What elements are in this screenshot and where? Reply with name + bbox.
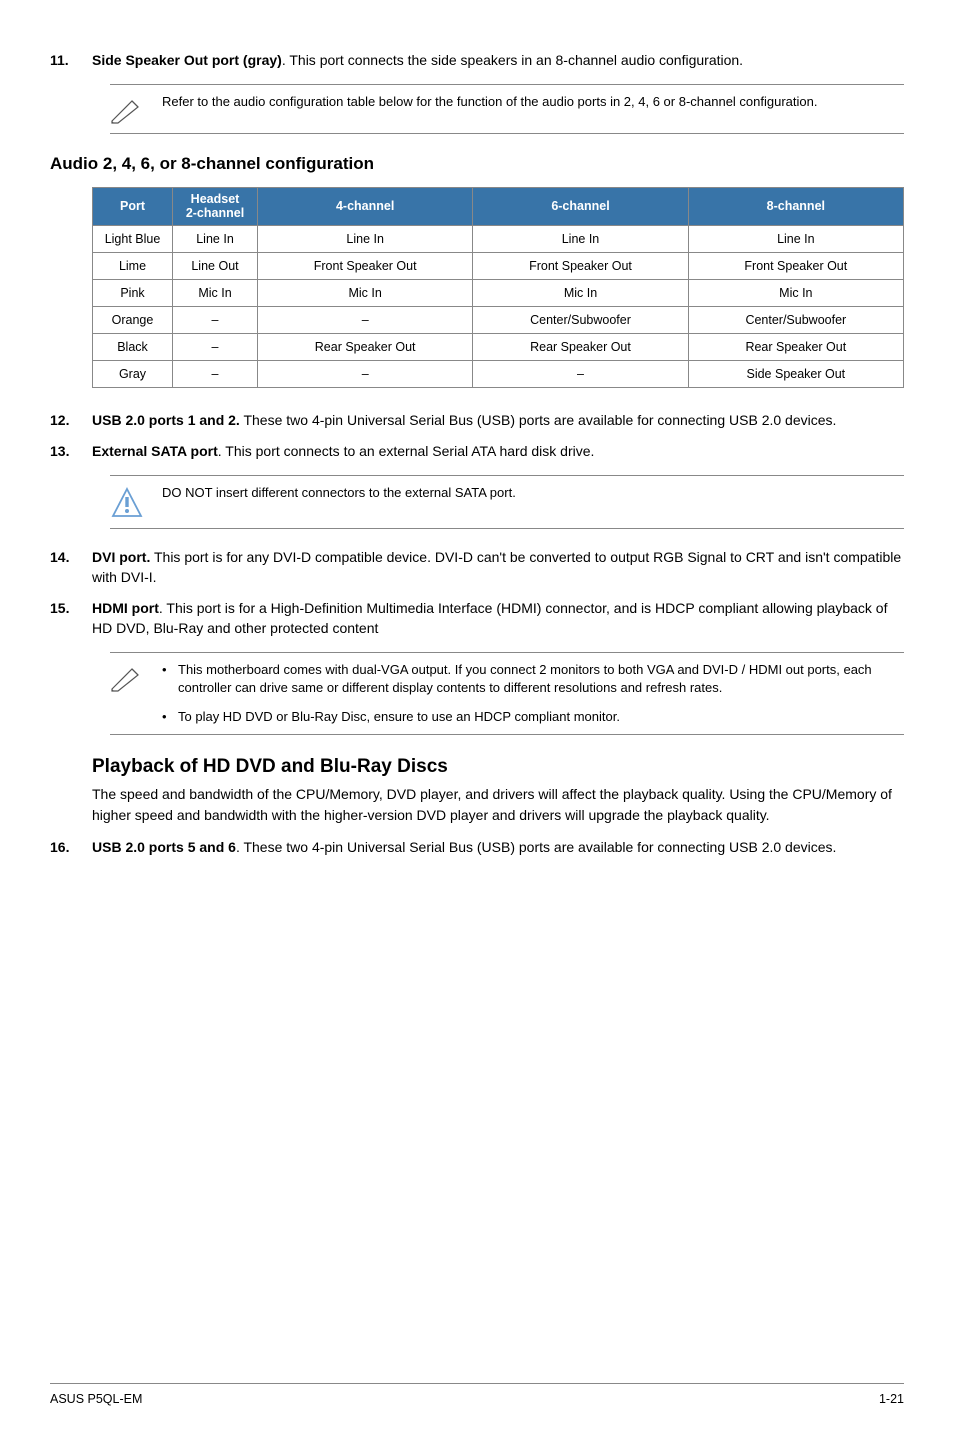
pencil-icon: [110, 661, 162, 693]
cell: –: [258, 361, 473, 388]
item-number: 13.: [50, 441, 92, 461]
cell: Mic In: [258, 279, 473, 306]
item-body: Side Speaker Out port (gray). This port …: [92, 50, 904, 70]
cell: –: [173, 334, 258, 361]
item-number: 12.: [50, 410, 92, 430]
item-text: . This port connects the side speakers i…: [282, 52, 743, 68]
col-port: Port: [93, 187, 173, 225]
list-item-16: 16. USB 2.0 ports 5 and 6. These two 4-p…: [50, 837, 904, 857]
warning-icon: [110, 484, 162, 520]
audio-config-table-wrap: Port Headset2-channel 4-channel 6-channe…: [92, 187, 904, 389]
note-text: This motherboard comes with dual-VGA out…: [162, 661, 904, 726]
table-row: Light Blue Line In Line In Line In Line …: [93, 225, 904, 252]
list-item-14: 14. DVI port. This port is for any DVI-D…: [50, 547, 904, 588]
item-text: This port is for any DVI-D compatible de…: [92, 549, 901, 585]
item-title: USB 2.0 ports 5 and 6: [92, 839, 236, 855]
note-block-vga-hdcp: This motherboard comes with dual-VGA out…: [110, 652, 904, 735]
item-number: 14.: [50, 547, 92, 588]
item-body: USB 2.0 ports 5 and 6. These two 4-pin U…: [92, 837, 904, 857]
item-title: Side Speaker Out port (gray): [92, 52, 282, 68]
item-title: USB 2.0 ports 1 and 2.: [92, 412, 240, 428]
col-4ch: 4-channel: [258, 187, 473, 225]
col-headset: Headset2-channel: [173, 187, 258, 225]
table-row: Orange – – Center/Subwoofer Center/Subwo…: [93, 307, 904, 334]
audio-config-heading: Audio 2, 4, 6, or 8-channel configuratio…: [50, 152, 904, 177]
table-row: Black – Rear Speaker Out Rear Speaker Ou…: [93, 334, 904, 361]
playback-heading: Playback of HD DVD and Blu-Ray Discs: [92, 753, 904, 781]
table-row: Pink Mic In Mic In Mic In Mic In: [93, 279, 904, 306]
item-body: External SATA port. This port connects t…: [92, 441, 904, 461]
table-row: Gray – – – Side Speaker Out: [93, 361, 904, 388]
cell: Mic In: [688, 279, 903, 306]
cell: Pink: [93, 279, 173, 306]
cell: –: [173, 307, 258, 334]
cell: –: [473, 361, 688, 388]
cell: Orange: [93, 307, 173, 334]
list-item-12: 12. USB 2.0 ports 1 and 2. These two 4-p…: [50, 410, 904, 430]
cell: Mic In: [473, 279, 688, 306]
cell: Center/Subwoofer: [473, 307, 688, 334]
cell: Rear Speaker Out: [258, 334, 473, 361]
item-number: 11.: [50, 50, 92, 70]
item-body: USB 2.0 ports 1 and 2. These two 4-pin U…: [92, 410, 904, 430]
col-6ch: 6-channel: [473, 187, 688, 225]
footer-left: ASUS P5QL-EM: [50, 1390, 142, 1408]
item-text: . This port connects to an external Seri…: [218, 443, 595, 459]
item-text: . These two 4-pin Universal Serial Bus (…: [236, 839, 836, 855]
page-footer: ASUS P5QL-EM 1-21: [50, 1383, 904, 1408]
cell: Gray: [93, 361, 173, 388]
item-body: HDMI port. This port is for a High-Defin…: [92, 598, 904, 639]
cell: Front Speaker Out: [473, 252, 688, 279]
cell: Front Speaker Out: [688, 252, 903, 279]
pencil-icon: [110, 93, 162, 125]
note-block-audio-ref: Refer to the audio configuration table b…: [110, 84, 904, 134]
warning-block-esata: DO NOT insert different connectors to th…: [110, 475, 904, 529]
cell: Mic In: [173, 279, 258, 306]
col-headset-l1: Headset: [191, 192, 240, 206]
cell: Rear Speaker Out: [688, 334, 903, 361]
item-title: HDMI port: [92, 600, 159, 616]
cell: Line In: [173, 225, 258, 252]
cell: Side Speaker Out: [688, 361, 903, 388]
note-text: DO NOT insert different connectors to th…: [162, 484, 904, 502]
item-body: DVI port. This port is for any DVI-D com…: [92, 547, 904, 588]
cell: –: [258, 307, 473, 334]
item-text: . This port is for a High-Definition Mul…: [92, 600, 887, 636]
table-header-row: Port Headset2-channel 4-channel 6-channe…: [93, 187, 904, 225]
note-bullet: To play HD DVD or Blu-Ray Disc, ensure t…: [162, 708, 904, 726]
item-title: DVI port.: [92, 549, 150, 565]
cell: Line In: [688, 225, 903, 252]
footer-right: 1-21: [879, 1390, 904, 1408]
cell: Light Blue: [93, 225, 173, 252]
cell: –: [173, 361, 258, 388]
item-text: These two 4-pin Universal Serial Bus (US…: [240, 412, 837, 428]
item-title: External SATA port: [92, 443, 218, 459]
cell: Lime: [93, 252, 173, 279]
item-number: 15.: [50, 598, 92, 639]
audio-config-table: Port Headset2-channel 4-channel 6-channe…: [92, 187, 904, 389]
list-item-11: 11. Side Speaker Out port (gray). This p…: [50, 50, 904, 70]
cell: Line In: [258, 225, 473, 252]
col-headset-l2: 2-channel: [186, 206, 244, 220]
list-item-15: 15. HDMI port. This port is for a High-D…: [50, 598, 904, 639]
col-8ch: 8-channel: [688, 187, 903, 225]
note-text: Refer to the audio configuration table b…: [162, 93, 904, 111]
playback-body: The speed and bandwidth of the CPU/Memor…: [92, 784, 904, 825]
cell: Rear Speaker Out: [473, 334, 688, 361]
cell: Line In: [473, 225, 688, 252]
cell: Black: [93, 334, 173, 361]
item-number: 16.: [50, 837, 92, 857]
cell: Front Speaker Out: [258, 252, 473, 279]
table-row: Lime Line Out Front Speaker Out Front Sp…: [93, 252, 904, 279]
cell: Center/Subwoofer: [688, 307, 903, 334]
cell: Line Out: [173, 252, 258, 279]
list-item-13: 13. External SATA port. This port connec…: [50, 441, 904, 461]
note-bullet: This motherboard comes with dual-VGA out…: [162, 661, 904, 697]
